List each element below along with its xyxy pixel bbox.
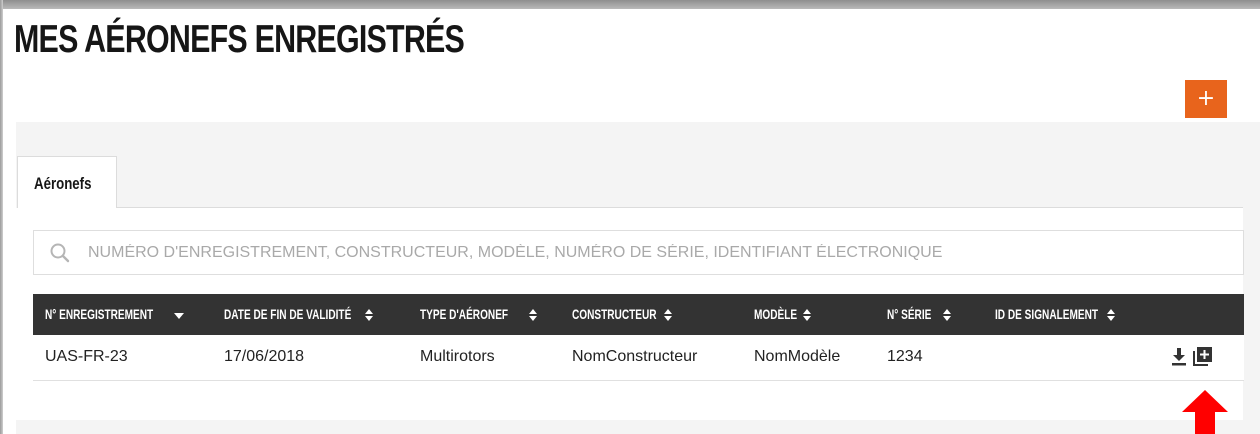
column-label: ID DE SIGNALEMENT <box>995 306 1099 322</box>
red-arrow-annotation <box>1182 390 1228 434</box>
cell-validity-date: 17/06/2018 <box>224 348 305 365</box>
search-input[interactable] <box>88 235 1228 270</box>
add-aircraft-button[interactable]: + <box>1185 80 1227 118</box>
cell-aircraft-type: Multirotors <box>420 348 495 365</box>
column-header-manufacturer[interactable]: CONSTRUCTEUR <box>572 294 689 335</box>
column-label: DATE DE FIN DE VALIDITÉ <box>224 306 352 322</box>
sort-icon <box>664 309 672 321</box>
window-top-border <box>0 0 1260 9</box>
column-label: N° ENREGISTREMENT <box>45 306 154 322</box>
table-header: N° ENREGISTREMENT DATE DE FIN DE VALIDIT… <box>33 294 1244 335</box>
sort-icon <box>365 309 373 321</box>
column-header-validity-date[interactable]: DATE DE FIN DE VALIDITÉ <box>224 294 401 335</box>
cell-manufacturer: NomConstructeur <box>572 348 698 365</box>
cell-serial-number: 1234 <box>887 348 923 365</box>
column-header-registration[interactable]: N° ENREGISTREMENT <box>45 294 195 335</box>
cell-registration: UAS-FR-23 <box>45 348 128 365</box>
sort-icon <box>529 309 537 321</box>
search-icon <box>50 243 70 263</box>
column-label: MODÈLE <box>754 306 798 322</box>
table-row[interactable]: UAS-FR-23 17/06/2018 Multirotors NomCons… <box>33 335 1244 381</box>
column-header-serial-number[interactable]: N° SÉRIE <box>887 294 951 335</box>
tab-aeronefs[interactable]: Aéronefs <box>17 156 117 208</box>
tab-label: Aéronefs <box>34 174 92 193</box>
column-label: TYPE D'AÉRONEF <box>420 306 509 322</box>
search-box <box>33 230 1244 275</box>
column-label: CONSTRUCTEUR <box>572 306 657 322</box>
column-header-model[interactable]: MODÈLE <box>754 294 814 335</box>
page-title: MES AÉRONEFS ENREGISTRÉS <box>14 18 465 61</box>
cell-model: NomModèle <box>754 348 841 365</box>
download-icon[interactable] <box>1171 347 1187 366</box>
add-document-icon[interactable] <box>1193 346 1213 366</box>
sort-desc-icon <box>174 313 184 319</box>
window-left-border <box>0 0 3 434</box>
column-header-aircraft-type[interactable]: TYPE D'AÉRONEF <box>420 294 542 335</box>
column-label: N° SÉRIE <box>887 306 932 322</box>
sort-icon <box>1107 309 1115 321</box>
sort-icon <box>943 309 951 321</box>
column-header-signal-id[interactable]: ID DE SIGNALEMENT <box>995 294 1138 335</box>
sort-icon <box>803 309 811 321</box>
